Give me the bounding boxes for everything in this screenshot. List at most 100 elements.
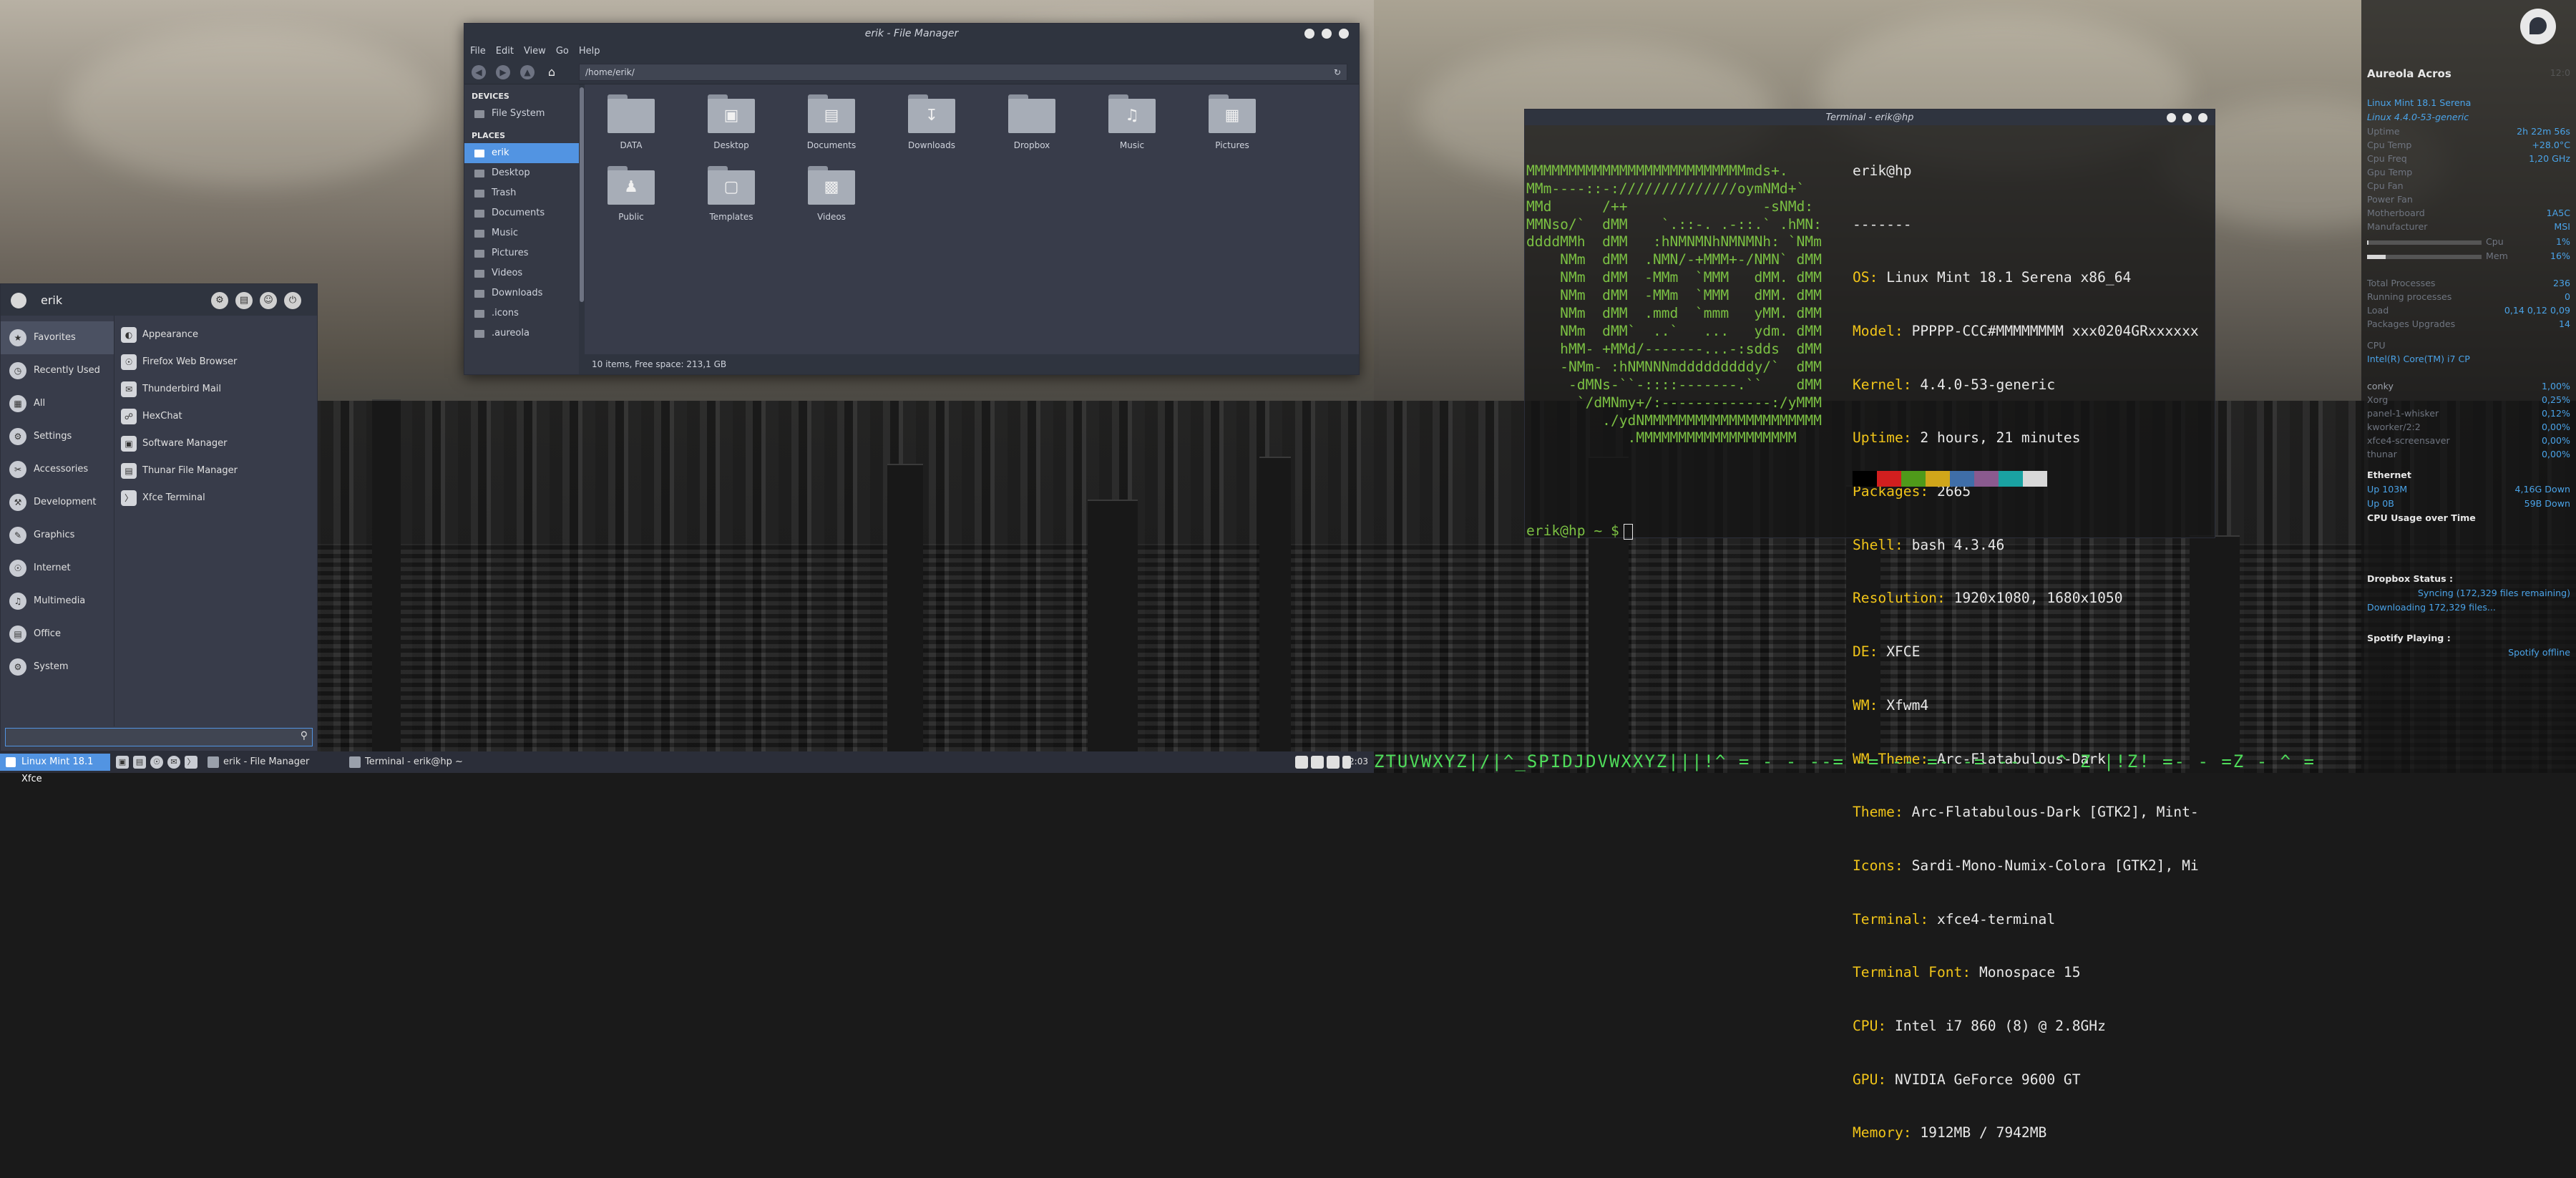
sidebar-item-trash[interactable]: Trash <box>464 183 579 203</box>
file-manager-launcher-icon[interactable]: ▤ <box>133 756 146 769</box>
category-accessories[interactable]: ✂ Accessories <box>1 453 114 486</box>
power-icon[interactable]: ⏻ <box>284 292 301 309</box>
sidebar-item-icons[interactable]: .icons <box>464 303 579 323</box>
maximize-button[interactable] <box>1322 29 1332 39</box>
application-menu[interactable]: erik ⚙ ▤ ☺ ⏻ ★ Favorites ◷ Recently Used ▦… <box>0 283 318 751</box>
menu-help[interactable]: Help <box>573 44 605 57</box>
lock-icon[interactable]: ▤ <box>235 292 253 309</box>
app-software-manager[interactable]: ▣ Software Manager <box>115 430 317 457</box>
file-manager-titlebar[interactable]: erik - File Manager <box>464 24 1359 44</box>
desktop-folder-icon: ▣ <box>708 94 755 133</box>
folder-item[interactable]: DATA <box>585 94 678 150</box>
menu-view[interactable]: View <box>518 44 550 57</box>
menu-go[interactable]: Go <box>550 44 573 57</box>
app-hexchat[interactable]: ☍ HexChat <box>115 403 317 430</box>
graphics-icon: ✎ <box>9 527 26 544</box>
category-development[interactable]: ⚒ Development <box>1 486 114 519</box>
sidebar-item-aureola[interactable]: .aureola <box>464 323 579 344</box>
thunderbird-launcher-icon[interactable]: ✉ <box>167 756 180 769</box>
distro-logo-ascii: MMMMMMMMMMMMMMMMMMMMMMMMMMmds+. MMm----::… <box>1526 162 1822 447</box>
folder-item[interactable]: ↧ Downloads <box>885 94 978 150</box>
terminal-icon: 〉 <box>121 490 137 506</box>
videos-folder-icon: ▩ <box>808 166 855 205</box>
category-system[interactable]: ⚙ System <box>1 651 114 683</box>
shield-icon[interactable] <box>1295 756 1308 769</box>
menu-file[interactable]: File <box>464 44 490 57</box>
sidebar-item-videos[interactable]: Videos <box>464 263 579 283</box>
pictures-folder-icon: ▦ <box>1209 94 1256 133</box>
switch-user-icon[interactable]: ☺ <box>260 292 277 309</box>
category-office[interactable]: ▤ Office <box>1 618 114 651</box>
folder-item[interactable]: ▢ Templates <box>685 166 778 222</box>
up-icon[interactable]: ▲ <box>520 65 535 79</box>
applications-menu-button[interactable]: Linux Mint 18.1 Xfce <box>0 754 110 784</box>
network-icon[interactable] <box>1327 756 1340 769</box>
sidebar-item-music[interactable]: Music <box>464 223 579 243</box>
clock[interactable]: 12:03 <box>1343 756 1368 766</box>
trash-icon <box>474 190 484 198</box>
category-settings[interactable]: ⚙ Settings <box>1 420 114 453</box>
sidebar-scrollbar[interactable] <box>579 84 585 374</box>
category-multimedia[interactable]: ♫ Multimedia <box>1 585 114 618</box>
minimize-button[interactable] <box>2167 113 2176 122</box>
sidebar-item-downloads[interactable]: Downloads <box>464 283 579 303</box>
show-desktop-icon[interactable]: ▣ <box>116 756 129 769</box>
templates-folder-icon: ▢ <box>708 166 755 205</box>
shell-prompt[interactable]: erik@hp ~ $ <box>1526 522 1633 540</box>
folder-item[interactable]: ▣ Desktop <box>685 94 778 150</box>
mem-bar-row: Mem 16% <box>2367 250 2570 263</box>
home-icon[interactable]: ⌂ <box>545 65 559 79</box>
menu-edit[interactable]: Edit <box>490 44 518 57</box>
office-icon: ▤ <box>9 625 26 643</box>
file-manager-window[interactable]: erik - File Manager File Edit View Go Help ◀… <box>464 23 1360 375</box>
username: erik <box>41 293 63 307</box>
color-swatch <box>1877 471 1901 487</box>
sidebar-item-documents[interactable]: Documents <box>464 203 579 223</box>
color-swatch <box>1926 471 1950 487</box>
app-firefox[interactable]: ☉ Firefox Web Browser <box>115 349 317 376</box>
category-recently-used[interactable]: ◷ Recently Used <box>1 354 114 387</box>
minimize-button[interactable] <box>1304 29 1314 39</box>
folder-item[interactable]: ♫ Music <box>1085 94 1179 150</box>
maximize-button[interactable] <box>2182 113 2192 122</box>
category-favorites[interactable]: ★ Favorites <box>1 321 114 354</box>
dropbox-icon[interactable] <box>1311 756 1324 769</box>
forward-icon[interactable]: ▶ <box>496 65 510 79</box>
task-terminal[interactable]: Terminal - erik@hp ~ <box>346 754 501 771</box>
settings-icon[interactable]: ⚙ <box>211 292 228 309</box>
folder-item[interactable]: ▩ Videos <box>785 166 878 222</box>
sidebar-item-erik[interactable]: erik <box>464 143 579 163</box>
task-file-manager[interactable]: erik - File Manager <box>205 754 359 771</box>
file-manager-icon: ▤ <box>121 463 137 479</box>
app-terminal[interactable]: 〉 Xfce Terminal <box>115 485 317 512</box>
terminal-window[interactable]: Terminal - erik@hp MMMMMMMMMMMMMMMMMMMMM… <box>1524 109 2215 1141</box>
development-icon: ⚒ <box>9 494 26 511</box>
firefox-launcher-icon[interactable]: ☉ <box>150 756 163 769</box>
software-manager-icon: ▣ <box>121 436 137 452</box>
color-swatch <box>1901 471 1926 487</box>
cpu-bar <box>2367 240 2482 245</box>
close-button[interactable] <box>2198 113 2207 122</box>
category-internet[interactable]: ☉ Internet <box>1 552 114 585</box>
folder-item[interactable]: ▤ Documents <box>785 94 878 150</box>
category-graphics[interactable]: ✎ Graphics <box>1 519 114 552</box>
folder-item[interactable]: Dropbox <box>985 94 1078 150</box>
location-bar[interactable]: /home/erik/ ↻ <box>579 64 1347 81</box>
folder-item[interactable]: ♟ Public <box>585 166 678 222</box>
category-all[interactable]: ▦ All <box>1 387 114 420</box>
close-button[interactable] <box>1339 29 1349 39</box>
reload-icon[interactable]: ↻ <box>1334 64 1341 80</box>
app-thunar[interactable]: ▤ Thunar File Manager <box>115 457 317 485</box>
folder-item[interactable]: ▦ Pictures <box>1186 94 1279 150</box>
back-icon[interactable]: ◀ <box>472 65 486 79</box>
sidebar-item-pictures[interactable]: Pictures <box>464 243 579 263</box>
app-thunderbird[interactable]: ✉ Thunderbird Mail <box>115 376 317 403</box>
window-title: erik - File Manager <box>864 28 959 39</box>
app-appearance[interactable]: ◐ Appearance <box>115 321 317 349</box>
settings-icon: ⚙ <box>9 428 26 445</box>
sidebar-item-desktop[interactable]: Desktop <box>464 163 579 183</box>
terminal-titlebar[interactable]: Terminal - erik@hp <box>1525 109 2215 125</box>
terminal-launcher-icon[interactable]: 〉 <box>185 756 197 769</box>
sidebar-item-filesystem[interactable]: File System <box>464 104 579 124</box>
search-input[interactable]: ⚲ <box>5 728 313 746</box>
